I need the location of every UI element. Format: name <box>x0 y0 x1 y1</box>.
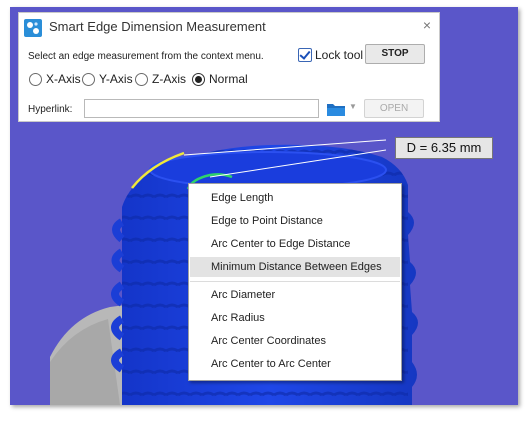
menu-item-arc-radius[interactable]: Arc Radius <box>190 308 400 328</box>
close-icon[interactable]: × <box>423 17 431 33</box>
radio-dot[interactable] <box>82 73 95 86</box>
menu-item-label[interactable]: Arc Diameter <box>211 285 275 305</box>
menu-item-label[interactable]: Arc Center to Arc Center <box>211 354 331 374</box>
hyperlink-input[interactable] <box>84 99 319 118</box>
instruction-text: Select an edge measurement from the cont… <box>28 51 264 62</box>
menu-item-label[interactable]: Edge Length <box>211 188 273 208</box>
menu-item-arc-center-coordinates[interactable]: Arc Center Coordinates <box>190 331 400 351</box>
screenshot-frame: Smart Edge Dimension Measurement × Selec… <box>10 7 518 405</box>
menu-item-arc-center-to-arc-center[interactable]: Arc Center to Arc Center <box>190 354 400 374</box>
lock-tool-label[interactable]: Lock tool <box>315 48 363 62</box>
hyperlink-label: Hyperlink: <box>28 104 73 115</box>
axis-radio-group: X-Axis Y-Axis Z-Axis Normal <box>29 72 289 88</box>
dialog-title: Smart Edge Dimension Measurement <box>49 19 266 34</box>
context-menu: Edge Length Edge to Point Distance Arc C… <box>188 183 402 381</box>
chevron-down-icon[interactable]: ▼ <box>349 102 357 111</box>
dimension-label: D = 6.35 mm <box>395 137 493 159</box>
menu-item-label[interactable]: Minimum Distance Between Edges <box>211 257 382 277</box>
menu-item-edge-to-point-distance[interactable]: Edge to Point Distance <box>190 211 400 231</box>
smart-edge-app-icon <box>24 19 42 37</box>
open-button[interactable]: OPEN <box>364 99 424 118</box>
menu-item-edge-length[interactable]: Edge Length <box>190 188 400 208</box>
lock-tool-checkbox[interactable] <box>298 48 312 62</box>
menu-item-label[interactable]: Edge to Point Distance <box>211 211 323 231</box>
radio-label[interactable]: Normal <box>209 72 248 86</box>
menu-separator <box>190 281 400 282</box>
menu-item-arc-center-to-edge-distance[interactable]: Arc Center to Edge Distance <box>190 234 400 254</box>
stop-button[interactable]: STOP <box>365 44 425 64</box>
menu-item-minimum-distance-between-edges[interactable]: Minimum Distance Between Edges <box>190 257 400 277</box>
radio-label[interactable]: X-Axis <box>46 72 81 86</box>
menu-item-arc-diameter[interactable]: Arc Diameter <box>190 285 400 305</box>
measurement-dialog: Smart Edge Dimension Measurement × Selec… <box>18 12 440 122</box>
radio-dot[interactable] <box>135 73 148 86</box>
radio-dot[interactable] <box>29 73 42 86</box>
menu-item-label[interactable]: Arc Center to Edge Distance <box>211 234 350 254</box>
radio-label[interactable]: Z-Axis <box>152 72 186 86</box>
menu-item-label[interactable]: Arc Center Coordinates <box>211 331 326 351</box>
menu-item-label[interactable]: Arc Radius <box>211 308 265 328</box>
radio-label[interactable]: Y-Axis <box>99 72 133 86</box>
folder-icon[interactable] <box>326 101 346 117</box>
radio-dot[interactable] <box>192 73 205 86</box>
